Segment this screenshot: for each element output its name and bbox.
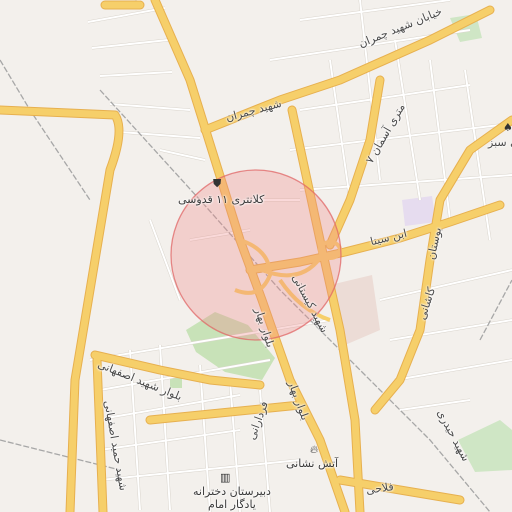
- school-icon[interactable]: ▥: [220, 472, 230, 483]
- map-canvas[interactable]: خیابان شهید چمران شهید چمران ۷ متری آسما…: [0, 0, 512, 512]
- fire-station-icon[interactable]: 🔥︎: [310, 444, 318, 455]
- police-icon[interactable]: ⛊: [213, 178, 221, 189]
- poi-school[interactable]: دبیرستان دخترانه یادگار امام: [193, 485, 271, 511]
- map-pin-icon[interactable]: ♠: [503, 122, 512, 133]
- poi-police-station[interactable]: کلانتری ۱۱ قدوسی: [178, 193, 264, 207]
- industrial-area: [402, 196, 436, 226]
- street-label: پی سبز: [488, 136, 512, 149]
- poi-fire-station[interactable]: آتش نشانی: [286, 457, 338, 471]
